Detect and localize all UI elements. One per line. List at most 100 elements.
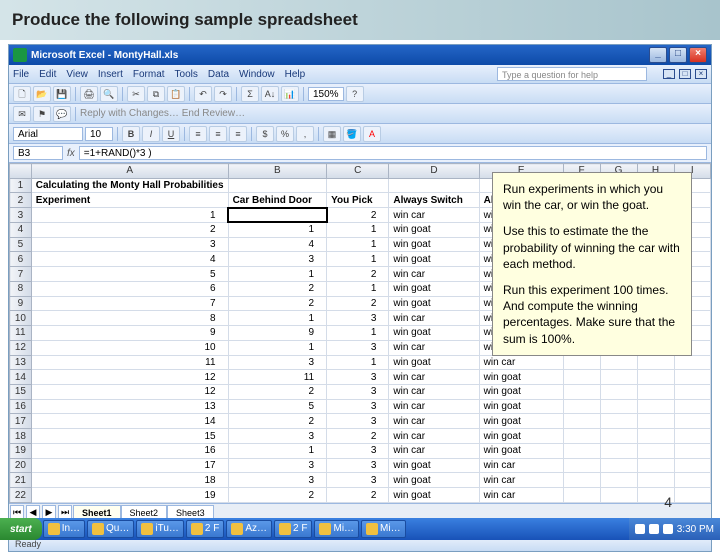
- cell-D18[interactable]: win car: [389, 429, 479, 444]
- row-header-11[interactable]: 11: [10, 326, 32, 341]
- tray-icon[interactable]: [649, 524, 659, 534]
- cell-D3[interactable]: win car: [389, 208, 479, 223]
- cell-B21[interactable]: 3: [228, 473, 327, 488]
- cell-D20[interactable]: win goat: [389, 458, 479, 473]
- cell-I19[interactable]: [674, 443, 710, 458]
- cell-A16[interactable]: 13: [31, 399, 228, 414]
- row-header-13[interactable]: 13: [10, 355, 32, 370]
- cell-G16[interactable]: [600, 399, 637, 414]
- cell-I17[interactable]: [674, 414, 710, 429]
- menu-help[interactable]: Help: [285, 69, 306, 80]
- help-search-input[interactable]: Type a question for help: [497, 67, 647, 81]
- redo-icon[interactable]: ↷: [214, 86, 232, 102]
- menu-edit[interactable]: Edit: [39, 69, 56, 80]
- menu-data[interactable]: Data: [208, 69, 229, 80]
- cell-C19[interactable]: 3: [327, 443, 389, 458]
- cell-F21[interactable]: [563, 473, 600, 488]
- row-header-16[interactable]: 16: [10, 399, 32, 414]
- cell-B20[interactable]: 3: [228, 458, 327, 473]
- cell-B1[interactable]: [228, 178, 327, 193]
- cell-C13[interactable]: 1: [327, 355, 389, 370]
- cell-C18[interactable]: 2: [327, 429, 389, 444]
- cell-F14[interactable]: [563, 370, 600, 385]
- maximize-button[interactable]: □: [669, 47, 687, 63]
- row-header-6[interactable]: 6: [10, 252, 32, 267]
- cell-A4[interactable]: 2: [31, 222, 228, 237]
- system-tray[interactable]: 3:30 PM: [629, 518, 720, 540]
- tab-last-icon[interactable]: ⏭: [58, 505, 72, 519]
- cell-D9[interactable]: win goat: [389, 296, 479, 311]
- cell-C10[interactable]: 3: [327, 311, 389, 326]
- cell-C2[interactable]: You Pick: [327, 193, 389, 208]
- row-header-15[interactable]: 15: [10, 385, 32, 400]
- cell-B19[interactable]: 1: [228, 443, 327, 458]
- cell-A13[interactable]: 11: [31, 355, 228, 370]
- copy-icon[interactable]: ⧉: [147, 86, 165, 102]
- font-color-icon[interactable]: A: [363, 126, 381, 142]
- cell-H13[interactable]: [637, 355, 674, 370]
- cell-H18[interactable]: [637, 429, 674, 444]
- cell-B17[interactable]: 2: [228, 414, 327, 429]
- cell-H21[interactable]: [637, 473, 674, 488]
- cell-A22[interactable]: 19: [31, 488, 228, 503]
- save-icon[interactable]: 💾: [53, 86, 71, 102]
- align-center-icon[interactable]: ≡: [209, 126, 227, 142]
- cell-I20[interactable]: [674, 458, 710, 473]
- fill-color-icon[interactable]: 🪣: [343, 126, 361, 142]
- cell-A5[interactable]: 3: [31, 237, 228, 252]
- taskbar-item[interactable]: Mi…: [361, 520, 406, 538]
- cell-E22[interactable]: win car: [479, 488, 563, 503]
- underline-icon[interactable]: U: [162, 126, 180, 142]
- col-header-B[interactable]: B: [228, 164, 327, 179]
- cell-G22[interactable]: [600, 488, 637, 503]
- taskbar-item[interactable]: Mi…: [314, 520, 359, 538]
- paste-icon[interactable]: 📋: [167, 86, 185, 102]
- cell-D5[interactable]: win goat: [389, 237, 479, 252]
- cell-A20[interactable]: 17: [31, 458, 228, 473]
- cell-F22[interactable]: [563, 488, 600, 503]
- cell-A12[interactable]: 10: [31, 340, 228, 355]
- cell-A1[interactable]: Calculating the Monty Hall Probabilities: [31, 178, 228, 193]
- cell-G17[interactable]: [600, 414, 637, 429]
- bold-icon[interactable]: B: [122, 126, 140, 142]
- minimize-button[interactable]: _: [649, 47, 667, 63]
- col-header-C[interactable]: C: [327, 164, 389, 179]
- help-icon[interactable]: ?: [346, 86, 364, 102]
- cell-C14[interactable]: 3: [327, 370, 389, 385]
- close-button[interactable]: ×: [689, 47, 707, 63]
- taskbar-item[interactable]: Az…: [226, 520, 272, 538]
- tab-sheet1[interactable]: Sheet1: [73, 505, 121, 519]
- start-button[interactable]: start: [0, 518, 42, 540]
- cell-C5[interactable]: 1: [327, 237, 389, 252]
- tab-sheet3[interactable]: Sheet3: [167, 505, 214, 519]
- cell-I18[interactable]: [674, 429, 710, 444]
- row-header-8[interactable]: 8: [10, 281, 32, 296]
- comma-icon[interactable]: ,: [296, 126, 314, 142]
- name-box[interactable]: B3: [13, 146, 63, 160]
- cell-D19[interactable]: win car: [389, 443, 479, 458]
- cell-B9[interactable]: 2: [228, 296, 327, 311]
- cell-I15[interactable]: [674, 385, 710, 400]
- cell-D12[interactable]: win car: [389, 340, 479, 355]
- taskbar-item[interactable]: 2 F: [274, 520, 312, 538]
- cell-C11[interactable]: 1: [327, 326, 389, 341]
- cell-B6[interactable]: 3: [228, 252, 327, 267]
- new-icon[interactable]: 🗋: [13, 86, 31, 102]
- cell-A7[interactable]: 5: [31, 267, 228, 282]
- cell-A9[interactable]: 7: [31, 296, 228, 311]
- row-header-22[interactable]: 22: [10, 488, 32, 503]
- cell-F20[interactable]: [563, 458, 600, 473]
- row-header-21[interactable]: 21: [10, 473, 32, 488]
- cell-G20[interactable]: [600, 458, 637, 473]
- chart-icon[interactable]: 📊: [281, 86, 299, 102]
- row-header-4[interactable]: 4: [10, 222, 32, 237]
- cell-E17[interactable]: win goat: [479, 414, 563, 429]
- row-header-12[interactable]: 12: [10, 340, 32, 355]
- menu-format[interactable]: Format: [133, 69, 165, 80]
- cell-B3[interactable]: [228, 208, 327, 223]
- cell-A11[interactable]: 9: [31, 326, 228, 341]
- cell-G19[interactable]: [600, 443, 637, 458]
- cell-I22[interactable]: [674, 488, 710, 503]
- cell-G14[interactable]: [600, 370, 637, 385]
- cell-A2[interactable]: Experiment: [31, 193, 228, 208]
